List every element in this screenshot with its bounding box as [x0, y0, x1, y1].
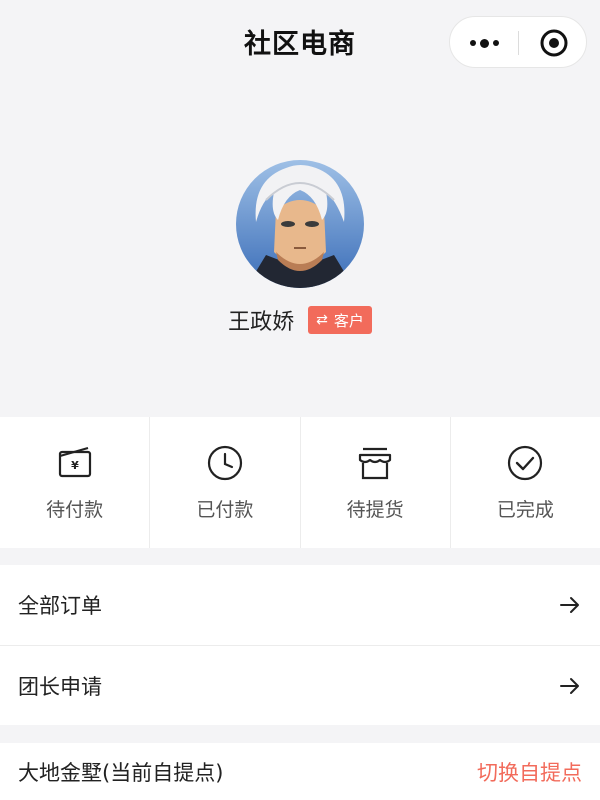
order-status-label: 已付款	[196, 499, 254, 521]
menu-item-leader-application[interactable]: 团长申请	[0, 645, 600, 725]
swap-icon: ⇄	[316, 312, 328, 328]
arrow-right-icon	[560, 597, 579, 613]
avatar[interactable]	[236, 160, 364, 288]
mini-program-capsule	[449, 16, 587, 68]
store-icon	[359, 447, 392, 480]
order-status-paid[interactable]: 已付款	[150, 417, 301, 548]
switch-pickup-button[interactable]: 切换自提点	[477, 757, 582, 787]
order-status-panel: ¥ 待付款 已付款 待提货 已完成	[0, 417, 600, 548]
order-status-label: 待提货	[346, 499, 404, 521]
wallet-yen-icon: ¥	[58, 446, 91, 478]
close-button[interactable]	[519, 17, 588, 69]
arrow-right-icon	[560, 677, 579, 694]
menu-item-label: 团长申请	[18, 674, 102, 699]
user-info: 王政娇 ⇄ 客户	[0, 304, 600, 336]
pickup-point-label: 大地金墅(当前自提点)	[18, 760, 224, 785]
role-badge[interactable]: ⇄ 客户	[308, 306, 372, 334]
svg-text:¥: ¥	[71, 459, 79, 472]
order-status-awaiting-pickup[interactable]: 待提货	[301, 417, 451, 548]
menu-list: 全部订单 团长申请	[0, 565, 600, 725]
more-dots-icon	[470, 38, 499, 48]
target-circle-icon	[540, 29, 567, 57]
user-name: 王政娇	[228, 310, 295, 335]
order-status-pending-payment[interactable]: ¥ 待付款	[0, 417, 151, 548]
check-circle-icon	[508, 445, 543, 481]
clock-icon	[207, 445, 242, 481]
role-badge-label: 客户	[333, 311, 364, 330]
menu-item-label: 全部订单	[18, 594, 102, 618]
order-status-label: 待付款	[46, 499, 104, 521]
nav-bar: 社区电商	[0, 0, 600, 86]
more-button[interactable]	[450, 17, 519, 69]
menu-item-all-orders[interactable]: 全部订单	[0, 565, 600, 645]
pickup-point-row: 大地金墅(当前自提点) 切换自提点	[0, 743, 600, 800]
order-status-label: 已完成	[496, 499, 554, 521]
order-status-completed[interactable]: 已完成	[451, 417, 600, 548]
